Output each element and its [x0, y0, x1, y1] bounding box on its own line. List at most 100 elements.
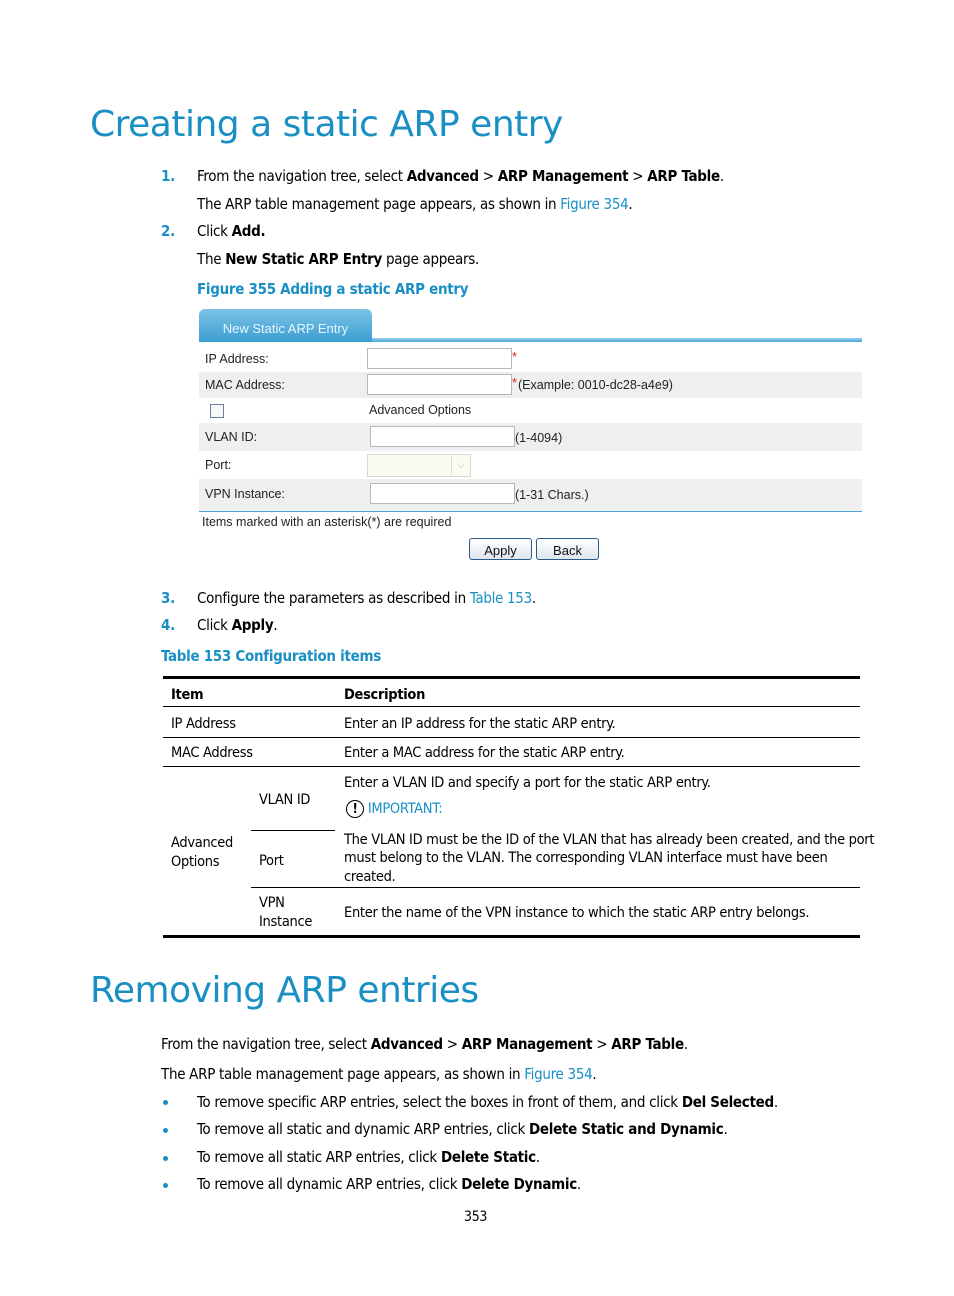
vlan-id-input[interactable] [370, 426, 515, 447]
step-number: 4. [161, 616, 175, 634]
sub-item-vpn-line2: Instance [259, 914, 313, 930]
vpn-instance-label: VPN Instance: [205, 487, 285, 501]
note-text: The [197, 250, 226, 268]
step-2-note: The New Static ARP Entry page appears. [197, 250, 479, 268]
ip-address-input[interactable] [367, 348, 512, 369]
header-rule [163, 706, 860, 707]
punct: . [576, 1175, 581, 1193]
step-1-text: From the navigation tree, select Advance… [197, 167, 724, 185]
port-row: Port: ⌵ [199, 451, 862, 479]
step-number: 3. [161, 589, 175, 607]
vpn-desc: Enter the name of the VPN instance to wh… [344, 905, 810, 921]
bullet-text: To remove all static and dynamic ARP ent… [197, 1120, 529, 1138]
delete-static-keyword: Delete Static [440, 1148, 536, 1166]
required-asterisk: * [512, 376, 517, 390]
note-text: The ARP table management page appears, a… [161, 1065, 525, 1083]
ip-address-row: IP Address: * [199, 346, 862, 372]
punct: . [531, 589, 536, 607]
important-label: IMPORTANT: [367, 801, 443, 817]
apply-button[interactable]: Apply [469, 538, 532, 560]
apply-keyword: Apply [231, 616, 274, 634]
section-heading-creating: Creating a static ARP entry [90, 104, 563, 145]
tab-underline [372, 338, 862, 342]
punct: . [628, 195, 633, 213]
form-divider [199, 511, 862, 512]
menu-arp-management: ARP Management [461, 1035, 593, 1053]
bullet-icon [163, 1156, 168, 1161]
sub-item-vlan-id: VLAN ID [259, 792, 311, 808]
vpn-instance-input[interactable] [370, 483, 515, 504]
required-note: Items marked with an asterisk(*) are req… [202, 515, 452, 529]
mac-address-row: MAC Address: * (Example: 0010-dc28-a4e9) [199, 372, 862, 398]
removing-intro: From the navigation tree, select Advance… [161, 1035, 688, 1053]
punct: . [773, 1093, 778, 1111]
port-select[interactable]: ⌵ [367, 454, 471, 477]
punct: . [273, 616, 278, 634]
table-bottom-rule [163, 935, 860, 938]
vlan-id-hint: (1-4094) [515, 431, 563, 445]
delete-static-dynamic-keyword: Delete Static and Dynamic [528, 1120, 724, 1138]
advanced-options-label: Advanced Options [369, 403, 472, 417]
mac-address-input[interactable] [367, 374, 512, 395]
vlan-id-label: VLAN ID: [205, 430, 258, 444]
vpn-instance-row: VPN Instance: (1-31 Chars.) [199, 479, 862, 511]
section-heading-removing: Removing ARP entries [90, 970, 479, 1011]
required-asterisk: * [512, 350, 517, 364]
separator: > [478, 167, 498, 185]
bullet-item: To remove all static and dynamic ARP ent… [197, 1120, 728, 1138]
bullet-text: To remove all dynamic ARP entries, click [197, 1175, 462, 1193]
tab-new-static-arp-entry[interactable]: New Static ARP Entry [199, 309, 372, 342]
separator: > [628, 167, 648, 185]
vpn-instance-hint: (1-31 Chars.) [515, 488, 589, 502]
step-text: Configure the parameters as described in [197, 589, 470, 607]
figure-354-link[interactable]: Figure 354 [560, 195, 628, 213]
row-rule [251, 887, 860, 888]
step-number: 2. [161, 222, 175, 240]
row-rule [163, 766, 860, 767]
punct: . [719, 167, 724, 185]
punct: . [535, 1148, 540, 1166]
bullet-icon [163, 1183, 168, 1188]
group-label-line2: Options [171, 854, 220, 870]
punct: . [683, 1035, 688, 1053]
sub-item-port: Port [259, 853, 284, 869]
page-number: 353 [464, 1209, 488, 1225]
figure-354-link[interactable]: Figure 354 [524, 1065, 592, 1083]
figure-caption: Figure 355 Adding a static ARP entry [197, 280, 469, 298]
separator: > [442, 1035, 462, 1053]
step-3-text: Configure the parameters as described in… [197, 589, 536, 607]
step-text: Click [197, 616, 232, 634]
bullet-item: To remove all static ARP entries, click … [197, 1148, 540, 1166]
port-label: Port: [205, 458, 232, 472]
mac-example-hint: (Example: 0010-dc28-a4e9) [518, 378, 673, 392]
table-caption: Table 153 Configuration items [161, 647, 381, 665]
advanced-options-checkbox[interactable] [210, 404, 224, 418]
step-number: 1. [161, 167, 175, 185]
menu-arp-management: ARP Management [497, 167, 629, 185]
punct: . [723, 1120, 728, 1138]
note-text: page appears. [382, 250, 479, 268]
bullet-icon [163, 1100, 168, 1105]
table-153-link[interactable]: Table 153 [470, 589, 532, 607]
add-keyword: Add. [231, 222, 266, 240]
row-desc-ip: Enter an IP address for the static ARP e… [344, 716, 616, 732]
removing-note: The ARP table management page appears, a… [161, 1065, 597, 1083]
important-note: ! IMPORTANT: [346, 800, 443, 818]
chevron-down-icon[interactable]: ⌵ [451, 455, 470, 476]
row-item-ip: IP Address [171, 716, 236, 732]
bullet-text: To remove all static ARP entries, click [197, 1148, 441, 1166]
bullet-text: To remove specific ARP entries, select t… [197, 1093, 682, 1111]
mac-address-label: MAC Address: [205, 378, 285, 392]
punct: . [592, 1065, 597, 1083]
intro-text: From the navigation tree, select [161, 1035, 371, 1053]
important-text-line2: must belong to the VLAN. The correspondi… [344, 850, 828, 866]
vlan-port-desc: Enter a VLAN ID and specify a port for t… [344, 775, 711, 791]
delete-dynamic-keyword: Delete Dynamic [461, 1175, 577, 1193]
back-button[interactable]: Back [536, 538, 599, 560]
table-top-rule [163, 676, 860, 679]
page-name: New Static ARP Entry [225, 250, 382, 268]
step-text: Click [197, 222, 232, 240]
del-selected-keyword: Del Selected [681, 1093, 774, 1111]
important-text-line3: created. [344, 869, 396, 885]
bullet-item: To remove specific ARP entries, select t… [197, 1093, 778, 1111]
